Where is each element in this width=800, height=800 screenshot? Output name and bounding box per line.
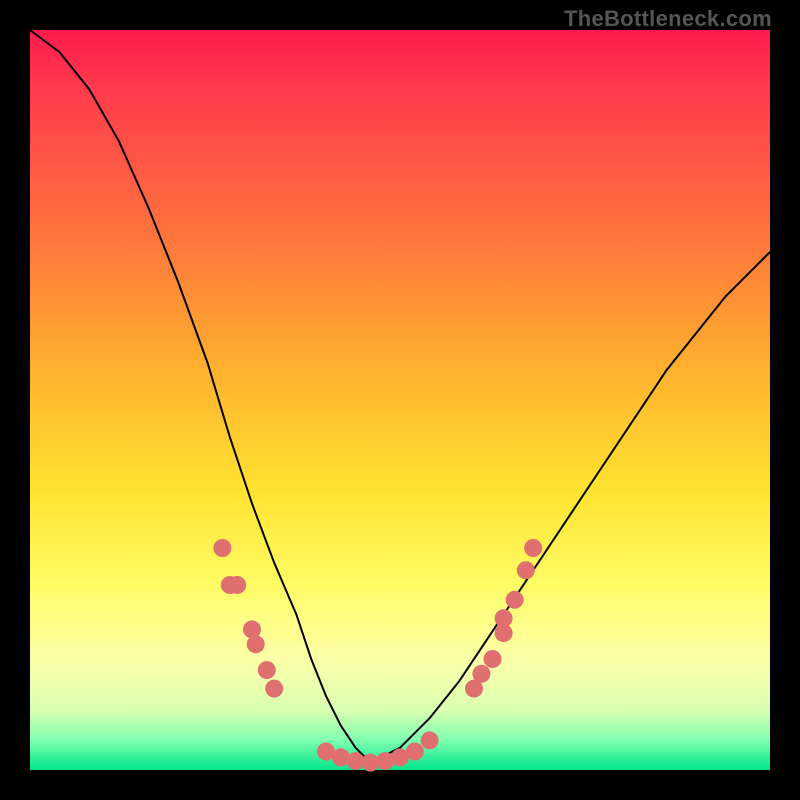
data-marker (472, 665, 490, 683)
watermark-text: TheBottleneck.com (564, 6, 772, 32)
data-marker (265, 680, 283, 698)
data-marker (506, 591, 524, 609)
data-marker (495, 609, 513, 627)
data-marker (484, 650, 502, 668)
data-marker (524, 539, 542, 557)
data-marker (421, 731, 439, 749)
chart-plot-area (30, 30, 770, 770)
data-marker (228, 576, 246, 594)
data-marker (517, 561, 535, 579)
marker-group (213, 539, 542, 772)
data-marker (247, 635, 265, 653)
chart-svg (30, 30, 770, 770)
data-marker (258, 661, 276, 679)
data-marker (406, 743, 424, 761)
curve-right (370, 252, 770, 763)
data-marker (213, 539, 231, 557)
curve-left (30, 30, 370, 763)
